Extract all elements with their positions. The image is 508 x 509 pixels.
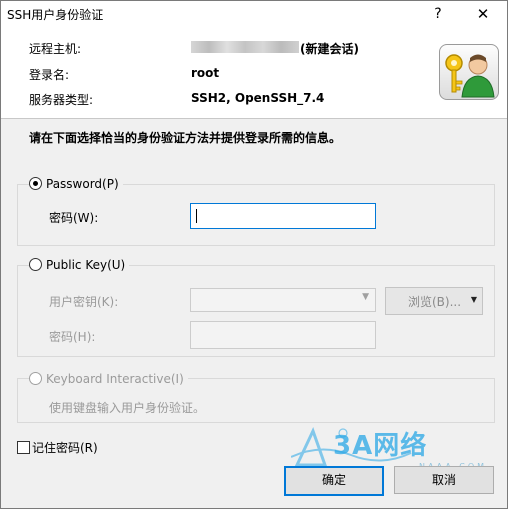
public-key-radio-label: Public Key(U) <box>46 258 126 272</box>
public-key-radio[interactable]: Public Key(U) <box>29 258 130 272</box>
password-input[interactable] <box>190 203 376 229</box>
remember-password-checkbox[interactable] <box>17 441 30 454</box>
keyboard-interactive-label: Keyboard Interactive(I) <box>46 372 184 386</box>
login-name-value: root <box>191 66 220 80</box>
keyboard-interactive-radio-button[interactable] <box>29 372 42 385</box>
window-title: SSH用户身份验证 <box>7 8 104 22</box>
remote-host-label: 远程主机: <box>29 42 82 56</box>
key-passphrase-input[interactable] <box>190 321 376 349</box>
cancel-button[interactable]: 取消 <box>394 466 494 494</box>
instruction-text: 请在下面选择恰当的身份验证方法并提供登录所需的信息。 <box>29 131 342 145</box>
watermark-brand: 3A网络 <box>333 431 428 461</box>
keyboard-interactive-description: 使用键盘输入用户身份验证。 <box>49 401 206 415</box>
key-passphrase-label: 密码(H): <box>49 330 96 344</box>
browse-button-label: 浏览(B)... <box>408 295 462 309</box>
text-caret <box>196 209 197 223</box>
user-key-dropdown[interactable]: ▼ <box>190 288 376 312</box>
ssh-auth-dialog: SSH用户身份验证 ? ✕ 远程主机: (新建会话) 登录名: root 服务器… <box>0 0 508 509</box>
public-key-radio-button[interactable] <box>29 258 42 271</box>
browse-button[interactable]: 浏览(B)... ▼ <box>385 287 483 315</box>
user-key-label: 用户密钥(K): <box>49 295 119 309</box>
help-button[interactable]: ? <box>426 3 450 25</box>
close-button[interactable]: ✕ <box>469 3 497 25</box>
login-name-label: 登录名: <box>29 68 70 82</box>
remote-host-suffix: (新建会话) <box>300 42 359 56</box>
password-radio-button[interactable] <box>29 177 42 190</box>
dropdown-arrow-icon[interactable]: ▼ <box>471 295 477 304</box>
session-info-panel: 远程主机: (新建会话) 登录名: root 服务器类型: SSH2, Open… <box>1 28 507 119</box>
chevron-down-icon: ▼ <box>362 292 369 302</box>
password-field-label: 密码(W): <box>49 211 99 225</box>
title-bar: SSH用户身份验证 ? ✕ <box>1 1 507 28</box>
ok-button[interactable]: 确定 <box>284 466 384 496</box>
remember-password-label[interactable]: 记住密码(R) <box>32 439 98 456</box>
remote-host-redacted <box>191 41 299 53</box>
server-type-label: 服务器类型: <box>29 93 94 107</box>
user-key-icon <box>439 44 499 100</box>
keyboard-interactive-radio[interactable]: Keyboard Interactive(I) <box>29 372 188 386</box>
password-radio-label: Password(P) <box>46 177 119 191</box>
server-type-value: SSH2, OpenSSH_7.4 <box>191 91 325 105</box>
password-radio[interactable]: Password(P) <box>29 177 123 191</box>
